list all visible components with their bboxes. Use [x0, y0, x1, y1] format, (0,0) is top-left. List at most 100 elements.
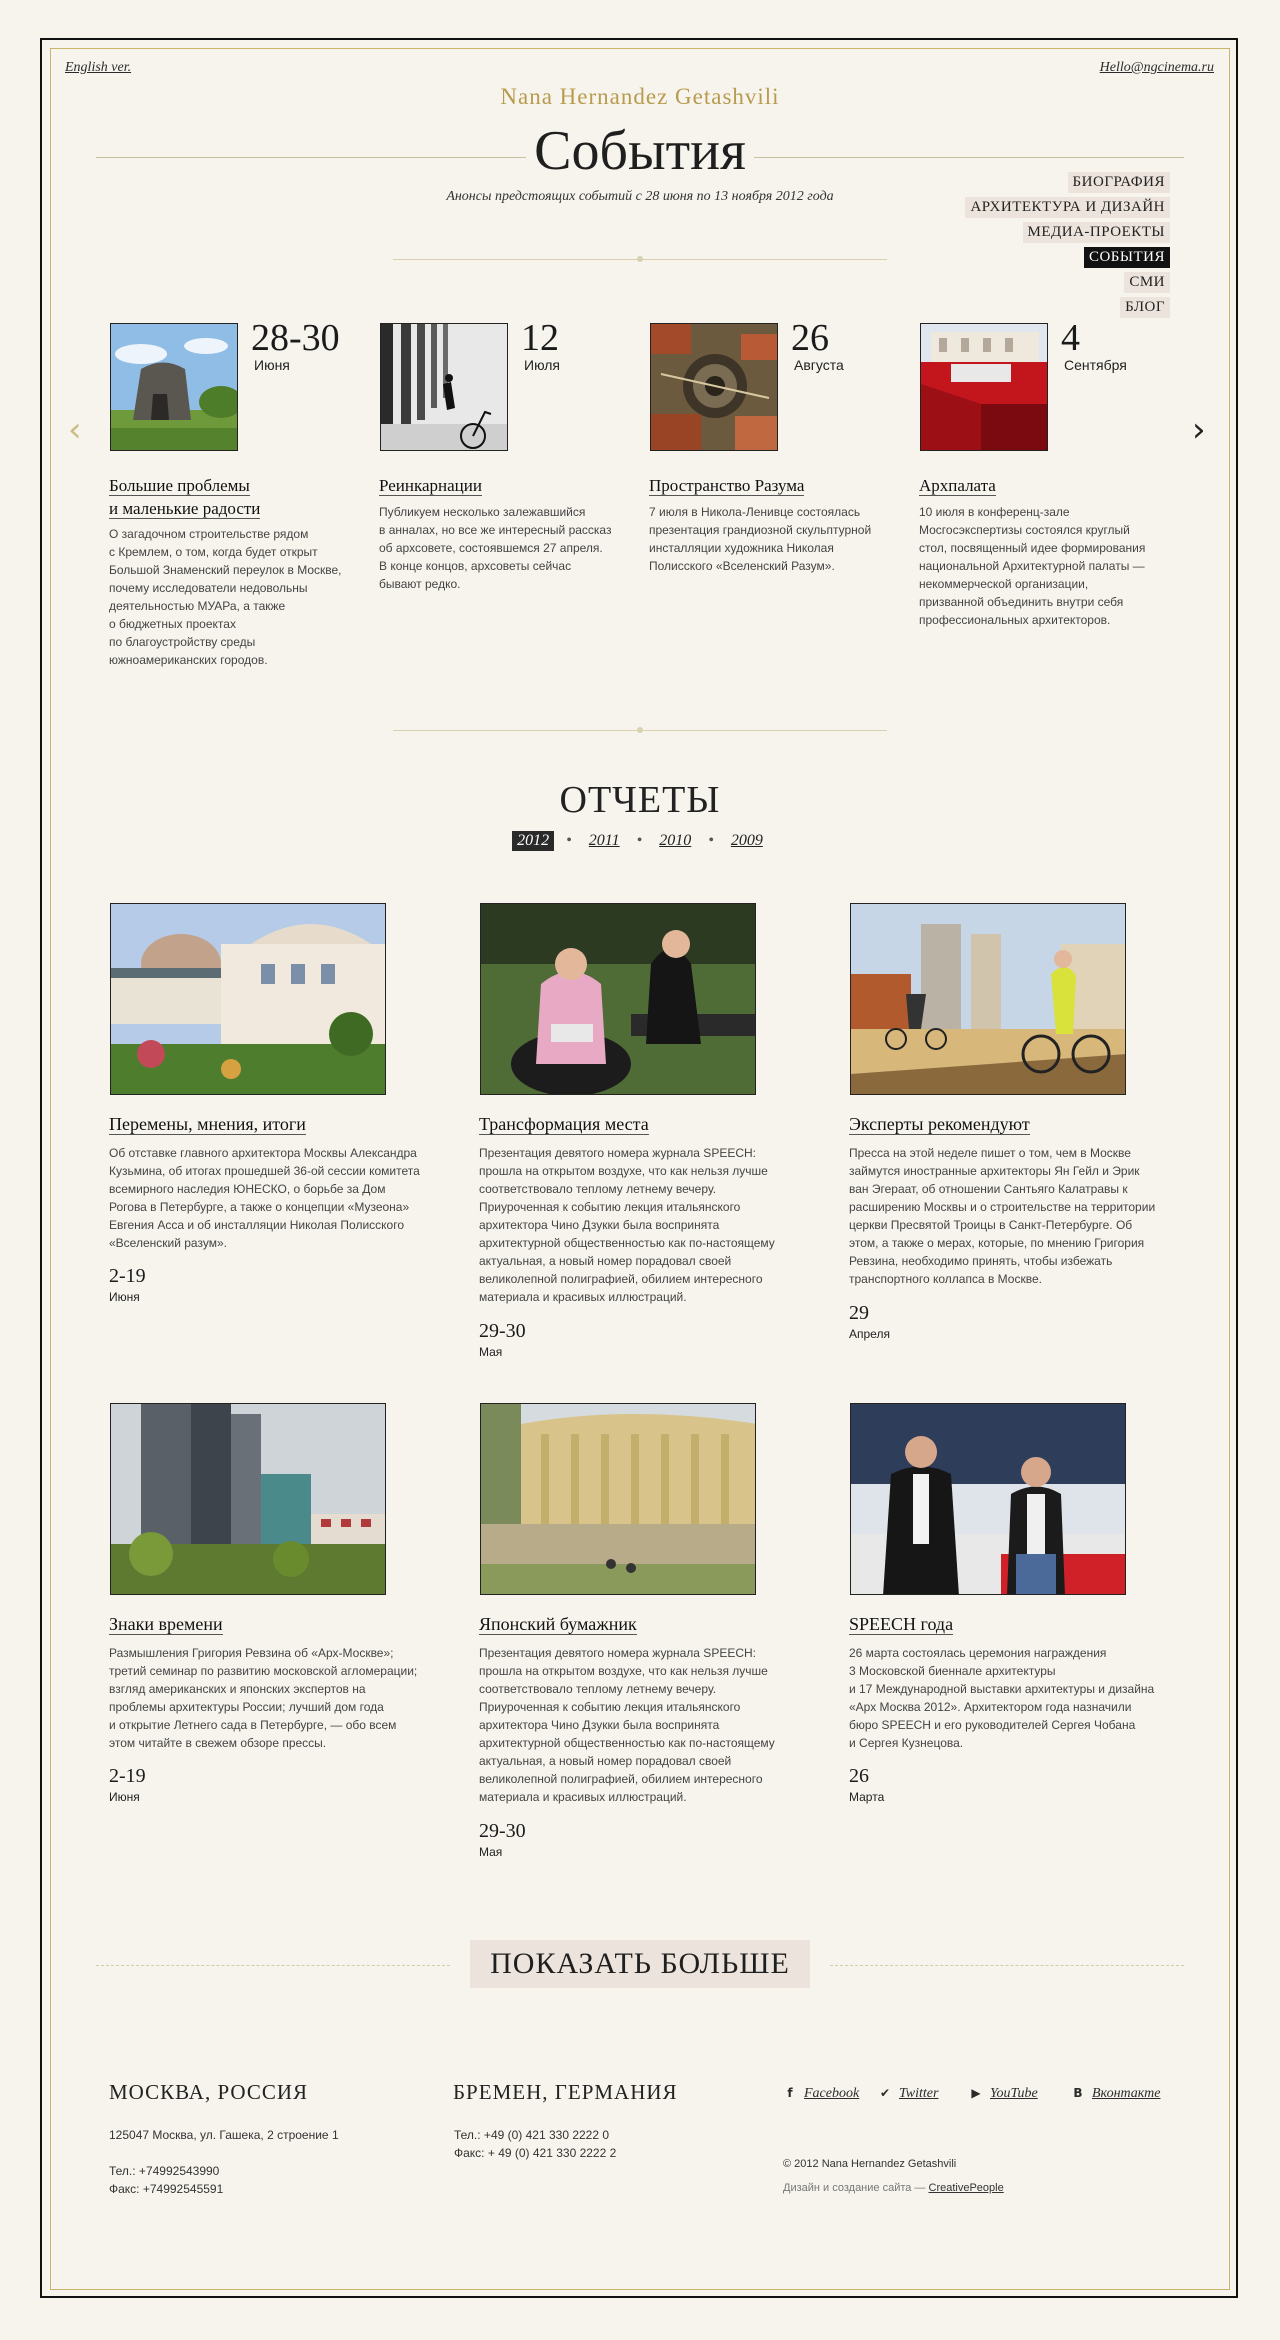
carousel-next-arrow[interactable]: ›	[1192, 410, 1206, 450]
report-text-1: Об отставке главного архитектора Москвы …	[109, 1146, 420, 1250]
reports-title: ОТЧЕТЫ	[559, 779, 721, 821]
report-month-6: Марта	[849, 1790, 885, 1804]
report-text-2: Презентация девятого номера журнала SPEE…	[479, 1146, 775, 1304]
show-more-button[interactable]: ПОКАЗАТЬ БОЛЬШЕ	[470, 1940, 810, 1988]
report-text-5: Презентация девятого номера журнала SPEE…	[479, 1646, 775, 1804]
year-tab-2009[interactable]: 2009	[726, 831, 768, 851]
report-title-4[interactable]: Знаки времени	[109, 1614, 223, 1635]
footer-moscow-address: 125047 Москва, ул. Гашека, 2 строение 1	[109, 2128, 339, 2142]
social-vkontakte[interactable]: В Вконтакте	[1070, 2086, 1160, 2102]
nav-item-media[interactable]: МЕДИА-ПРОЕКТЫ	[1022, 222, 1170, 243]
social-facebook[interactable]: f Facebook	[782, 2086, 859, 2102]
event-image-4[interactable]	[920, 323, 1048, 451]
youtube-link[interactable]: YouTube	[990, 2086, 1038, 2101]
main-nav: БИОГРАФИЯ АРХИТЕКТУРА И ДИЗАЙН МЕДИА-ПРО…	[910, 172, 1170, 322]
event-image-2[interactable]	[380, 323, 508, 451]
event-title-4[interactable]: Архпалата	[919, 474, 996, 497]
event-title-2[interactable]: Реинкарнации	[379, 474, 482, 497]
year-tab-2011[interactable]: 2011	[584, 831, 625, 851]
english-version-link[interactable]: English ver.	[65, 60, 131, 76]
report-month-3: Апреля	[849, 1327, 890, 1341]
colonnade-image	[381, 324, 507, 450]
report-day-3: 29	[849, 1302, 869, 1324]
footer-city-bremen: БРЕМЕН, ГЕРМАНИЯ	[453, 2080, 678, 2104]
report-image-4[interactable]	[110, 1403, 386, 1595]
report-title-5[interactable]: Японский бумажник	[479, 1614, 637, 1635]
report-title-2[interactable]: Трансформация места	[479, 1114, 649, 1135]
youtube-icon: ▶	[971, 2086, 981, 2100]
show-more-rule-left	[96, 1965, 450, 1966]
report-title-1[interactable]: Перемены, мнения, итоги	[109, 1114, 306, 1135]
report-text-4: Размышления Григория Ревзина об «Арх-Мос…	[109, 1646, 418, 1750]
report-image-6[interactable]	[850, 1403, 1126, 1595]
facebook-icon: f	[787, 2086, 793, 2100]
event-day-3: 26	[791, 317, 829, 359]
site-name[interactable]: Nana Hernandez Getashvili	[0, 84, 1280, 110]
title-rule-left	[96, 157, 526, 158]
carousel-prev-arrow[interactable]: ‹	[68, 410, 82, 450]
nav-item-events[interactable]: СОБЫТИЯ	[1083, 247, 1170, 268]
year-tab-2010[interactable]: 2010	[654, 831, 696, 851]
skyscraper-image	[111, 1404, 385, 1594]
report-image-2[interactable]	[480, 903, 756, 1095]
twitter-link[interactable]: Twitter	[899, 2086, 938, 2101]
social-youtube[interactable]: ▶ YouTube	[968, 2086, 1038, 2102]
vkontakte-icon: В	[1073, 2086, 1083, 2100]
year-separator: •	[636, 832, 643, 849]
report-title-3[interactable]: Эксперты рекомендуют	[849, 1114, 1030, 1135]
nav-item-biography[interactable]: БИОГРАФИЯ	[1067, 172, 1170, 193]
nav-item-press[interactable]: СМИ	[1124, 272, 1170, 293]
footer-moscow-fax: Факс: +74992545591	[109, 2182, 224, 2196]
page-title: События	[534, 120, 746, 182]
copyright: © 2012 Nana Hernandez Getashvili	[783, 2158, 957, 2170]
report-month-1: Июня	[109, 1290, 140, 1304]
report-text-3: Пресса на этой неделе пишет о том, чем в…	[849, 1146, 1156, 1286]
title-rule-right	[754, 157, 1184, 158]
report-day-2: 29-30	[479, 1320, 526, 1342]
year-tab-2012[interactable]: 2012	[512, 831, 555, 851]
footer-bremen-fax: Факс: + 49 (0) 421 330 2222 2	[454, 2146, 617, 2160]
divider-dot	[637, 256, 643, 262]
event-month-1: Июня	[254, 357, 290, 373]
report-text-6: 26 марта состоялась церемония награждени…	[849, 1646, 1155, 1750]
report-month-4: Июня	[109, 1790, 140, 1804]
report-month-5: Мая	[479, 1845, 503, 1859]
facebook-link[interactable]: Facebook	[804, 2086, 859, 2101]
event-title-1[interactable]: Большие проблемы и маленькие радости	[109, 474, 261, 520]
divider-dot	[637, 727, 643, 733]
event-image-1[interactable]	[110, 323, 238, 451]
women-reading-image	[481, 904, 755, 1094]
report-title-6[interactable]: SPEECH года	[849, 1614, 954, 1635]
report-image-1[interactable]	[110, 903, 386, 1095]
event-day-2: 12	[521, 317, 559, 359]
event-month-3: Августа	[794, 357, 844, 373]
colonnade-building-image	[481, 1404, 755, 1594]
email-link[interactable]: Hello@ngcinema.ru	[1100, 60, 1214, 76]
report-day-4: 2-19	[109, 1765, 146, 1787]
report-day-6: 26	[849, 1765, 869, 1787]
year-separator: •	[708, 832, 714, 849]
event-text-4: 10 июля в конференц-зале Мосгосэкспертизы…	[919, 505, 1146, 627]
event-text-3: 7 июля в Никола-Ленивце состоялась презен…	[649, 505, 872, 573]
architects-portrait-image	[851, 1404, 1125, 1594]
report-image-5[interactable]	[480, 1403, 756, 1595]
social-twitter[interactable]: ✔ Twitter	[877, 2086, 938, 2102]
credits-prefix: Дизайн и создание сайта —	[783, 2182, 926, 2194]
event-text-1: О загадочном строительстве рядом с Кремле…	[109, 527, 342, 667]
report-image-3[interactable]	[850, 903, 1126, 1095]
twitter-icon: ✔	[879, 2086, 891, 2100]
footer-bremen-phone: Тел.: +49 (0) 421 330 2222 0	[454, 2128, 610, 2142]
nav-item-architecture[interactable]: АРХИТЕКТУРА И ДИЗАЙН	[965, 197, 1170, 218]
credits: Дизайн и создание сайта — CreativePeople	[783, 2182, 1004, 2194]
villa-garden-image	[111, 904, 385, 1094]
red-pavilion-image	[921, 324, 1047, 450]
nav-item-blog[interactable]: БЛОГ	[1120, 297, 1170, 318]
event-title-3[interactable]: Пространство Разума	[649, 474, 805, 497]
report-day-5: 29-30	[479, 1820, 526, 1842]
event-month-2: Июля	[524, 357, 561, 373]
vkontakte-link[interactable]: Вконтакте	[1092, 2086, 1160, 2101]
event-image-3[interactable]	[650, 323, 778, 451]
credits-link[interactable]: CreativePeople	[929, 2182, 1004, 2194]
show-more-rule-right	[830, 1965, 1184, 1966]
event-month-4: Сентября	[1064, 357, 1127, 373]
